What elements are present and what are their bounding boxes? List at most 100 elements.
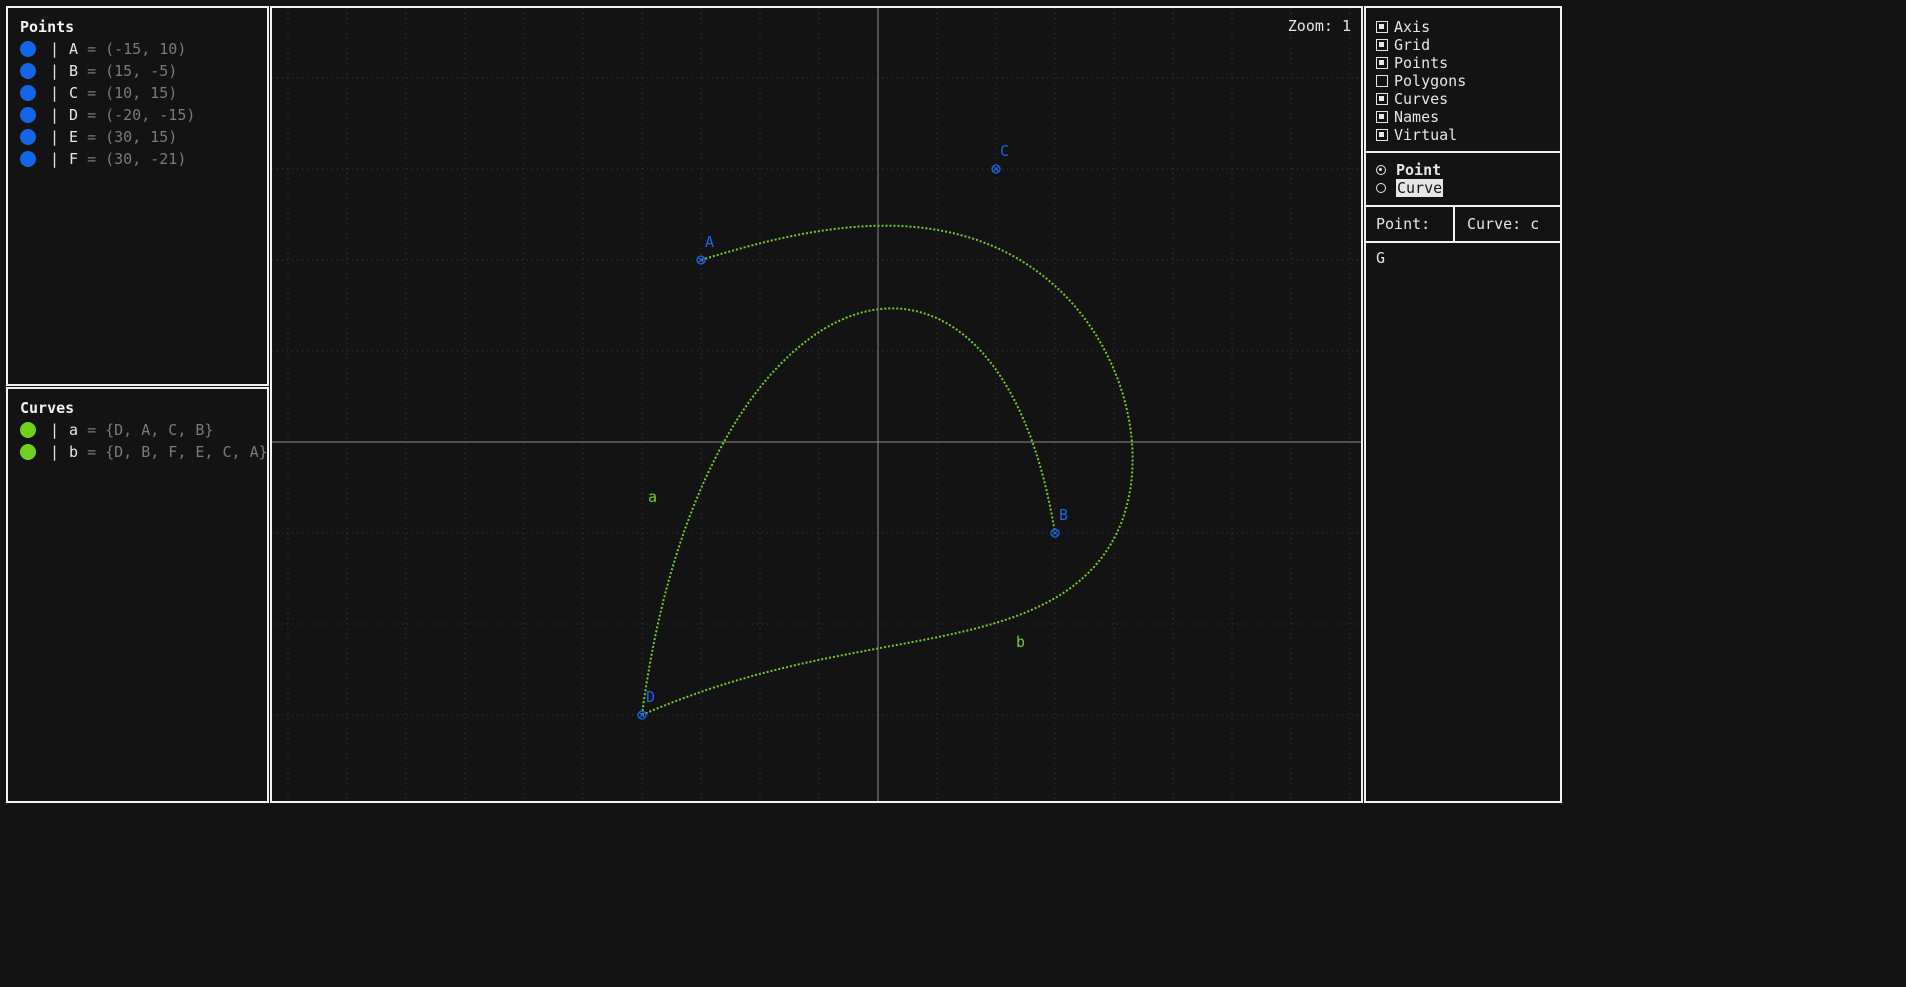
point-color-icon <box>20 107 36 123</box>
checkbox-icon[interactable] <box>1376 21 1388 33</box>
checkbox-icon[interactable] <box>1376 75 1388 87</box>
checkbox-icon[interactable] <box>1376 57 1388 69</box>
mode-list: Point Curve <box>1376 161 1550 197</box>
point-C[interactable]: C <box>991 142 1009 174</box>
equals-sign: = <box>87 150 97 168</box>
separator: | <box>50 84 60 102</box>
mode-panel: Point Curve <box>1364 151 1562 207</box>
curve-path <box>641 307 1056 716</box>
status-curve: Curve: c <box>1467 215 1540 233</box>
curve-control-points: {D, A, C, B} <box>105 421 214 439</box>
curve-a[interactable] <box>641 307 1056 716</box>
display-options-list: Axis Grid Points Polygons Curves Names Virtual <box>1376 18 1550 144</box>
option-label: Polygons <box>1394 72 1467 90</box>
curve-color-icon <box>20 422 36 438</box>
option-grid[interactable]: Grid <box>1376 36 1550 54</box>
point-label: B <box>1059 506 1068 524</box>
display-options-panel: Axis Grid Points Polygons Curves Names Virtual <box>1364 6 1562 153</box>
curve-color-icon <box>20 444 36 460</box>
equals-sign: = <box>87 421 97 439</box>
point-name: F <box>69 150 79 168</box>
separator: | <box>50 128 60 146</box>
curve-label: a <box>648 488 657 506</box>
option-label: Points <box>1394 54 1449 72</box>
axes <box>272 8 1361 801</box>
point-name: B <box>69 62 79 80</box>
curves-panel-title: Curves <box>20 399 75 417</box>
point-color-icon <box>20 63 36 79</box>
separator: | <box>50 421 60 439</box>
curve-label: b <box>1016 633 1025 651</box>
option-curves[interactable]: Curves <box>1376 90 1550 108</box>
mode-point[interactable]: Point <box>1376 161 1550 179</box>
curve-b[interactable] <box>641 224 1134 716</box>
point-coordinates: (10, 15) <box>105 84 178 102</box>
point-row[interactable]: | A = (-15, 10) <box>20 38 255 60</box>
points-panel: Points | A = (-15, 10) | B = (15, -5) | C = (10, 15… <box>6 6 269 386</box>
equals-sign: = <box>87 40 97 58</box>
point-color-icon <box>20 85 36 101</box>
point-color-icon <box>20 151 36 167</box>
separator: | <box>50 150 60 168</box>
empty-panel <box>1364 241 1562 803</box>
point-label: D <box>646 688 655 706</box>
option-polygons[interactable]: Polygons <box>1376 72 1550 90</box>
separator: | <box>50 106 60 124</box>
equals-sign: = <box>87 128 97 146</box>
separator: | <box>50 40 60 58</box>
equals-sign: = <box>87 62 97 80</box>
equals-sign: = <box>87 106 97 124</box>
mode-label: Curve <box>1396 179 1444 197</box>
status-curve-panel: Curve: c <box>1453 205 1562 243</box>
curve-path <box>641 224 1134 716</box>
option-names[interactable]: Names <box>1376 108 1550 126</box>
point-color-icon <box>20 129 36 145</box>
curve-name: a <box>69 421 79 439</box>
zoom-indicator: Zoom: 1 <box>1287 17 1351 35</box>
curve-name: b <box>69 443 79 461</box>
status-point-panel: Point: G <box>1364 205 1455 267</box>
point-coordinates: (-15, 10) <box>105 40 187 58</box>
curve-control-points: {D, B, F, E, C, A} <box>105 443 268 461</box>
grid <box>272 8 1361 801</box>
mode-curve[interactable]: Curve <box>1376 179 1550 197</box>
canvas-panel[interactable]: ab ABCD Zoom: 1 <box>270 6 1363 803</box>
checkbox-icon[interactable] <box>1376 39 1388 51</box>
point-row[interactable]: | D = (-20, -15) <box>20 104 255 126</box>
radio-icon[interactable] <box>1376 165 1386 175</box>
point-row[interactable]: | F = (30, -21) <box>20 148 255 170</box>
point-name: C <box>69 84 79 102</box>
points-list: | A = (-15, 10) | B = (15, -5) | C = (10, 15) | D = (-2… <box>20 38 255 170</box>
point-row[interactable]: | B = (15, -5) <box>20 60 255 82</box>
equals-sign: = <box>87 443 97 461</box>
separator: | <box>50 62 60 80</box>
point-label: A <box>705 233 714 251</box>
option-label: Virtual <box>1394 126 1458 144</box>
point-A[interactable]: A <box>696 233 714 265</box>
option-points[interactable]: Points <box>1376 54 1550 72</box>
point-D[interactable]: D <box>637 688 655 720</box>
option-axis[interactable]: Axis <box>1376 18 1550 36</box>
drawing-canvas[interactable]: ab ABCD <box>272 8 1361 801</box>
point-coordinates: (15, -5) <box>105 62 178 80</box>
point-coordinates: (-20, -15) <box>105 106 196 124</box>
checkbox-icon[interactable] <box>1376 111 1388 123</box>
curve-row[interactable]: | a = {D, A, C, B} <box>20 419 255 441</box>
points-panel-title: Points <box>20 18 75 36</box>
point-label: C <box>1000 142 1009 160</box>
option-label: Names <box>1394 108 1440 126</box>
point-name: D <box>69 106 79 124</box>
separator: | <box>50 443 60 461</box>
points: A B C D <box>637 142 1068 720</box>
checkbox-icon[interactable] <box>1376 93 1388 105</box>
point-row[interactable]: | C = (10, 15) <box>20 82 255 104</box>
checkbox-icon[interactable] <box>1376 129 1388 141</box>
point-row[interactable]: | E = (30, 15) <box>20 126 255 148</box>
radio-icon[interactable] <box>1376 183 1386 193</box>
point-coordinates: (30, -21) <box>105 150 187 168</box>
point-name: E <box>69 128 79 146</box>
curve-row[interactable]: | b = {D, B, F, E, C, A} <box>20 441 268 463</box>
curves-list: | a = {D, A, C, B} | b = {D, B, F, E, C, A} <box>20 419 268 463</box>
option-virtual[interactable]: Virtual <box>1376 126 1550 144</box>
curves: ab <box>641 224 1134 716</box>
